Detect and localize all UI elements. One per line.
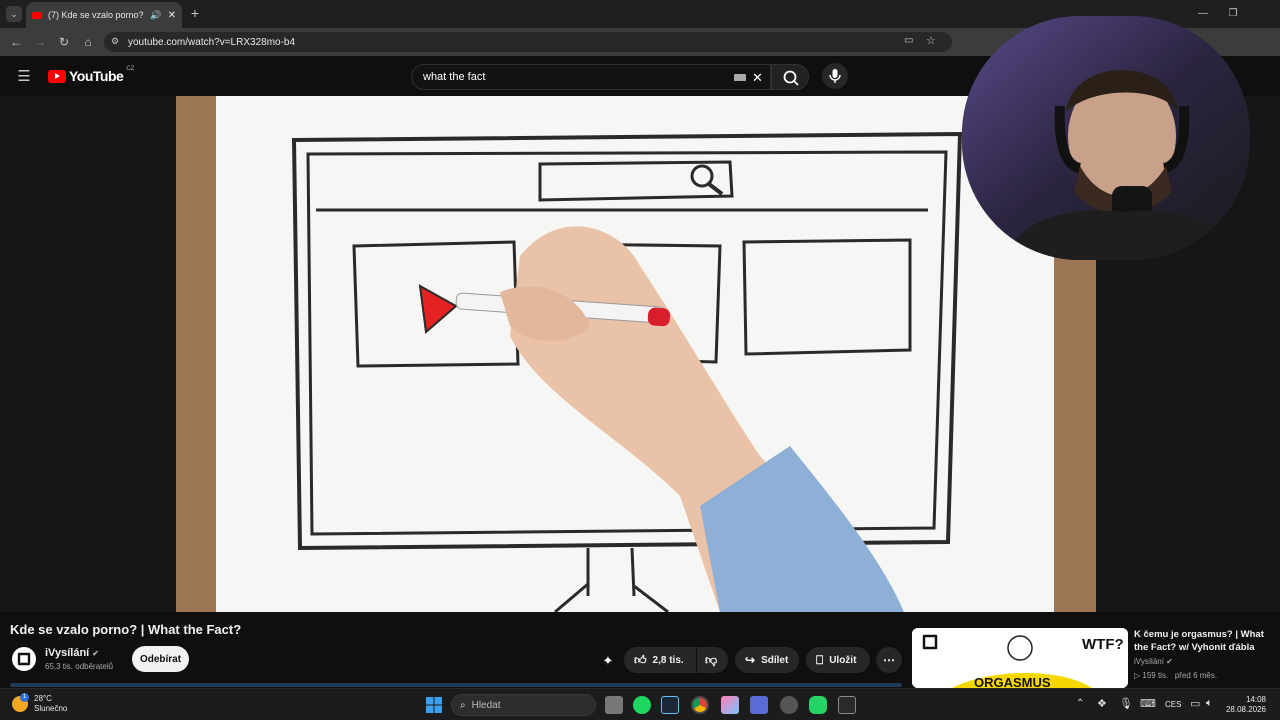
weather-text: 28°C Slunečno bbox=[34, 694, 67, 714]
search-icon bbox=[783, 70, 799, 86]
chrome-icon[interactable] bbox=[691, 696, 709, 714]
channel-avatar[interactable] bbox=[12, 647, 36, 671]
logo-country: CZ bbox=[126, 66, 135, 72]
weather-widget[interactable]: 1 28°C Slunečno bbox=[12, 693, 67, 714]
microphone-icon bbox=[829, 69, 841, 83]
recommended-views: ▷ 159 tis. bbox=[1134, 671, 1169, 680]
clear-search-icon[interactable]: ✕ bbox=[752, 70, 763, 86]
weather-sun-icon: 1 bbox=[12, 693, 29, 712]
recommended-title[interactable]: K čemu je orgasmus? | What the Fact? w/ … bbox=[1134, 628, 1274, 654]
volume-icon[interactable]: 🔈︎ bbox=[1206, 697, 1213, 710]
recommended-meta: ▷ 159 tis. před 6 měs. bbox=[1134, 671, 1217, 680]
verified-icon: ✔ bbox=[92, 649, 99, 658]
taskbar-search-placeholder: Hledat bbox=[471, 699, 501, 711]
youtube-favicon-icon bbox=[32, 11, 42, 19]
tab-title: (7) Kde se vzalo porno? | W bbox=[48, 10, 144, 20]
like-button[interactable]: 👍︎ 2,8 tis. bbox=[624, 647, 696, 673]
home-icon[interactable]: ⌂ bbox=[80, 34, 96, 50]
recommended-age: před 6 měs. bbox=[1174, 671, 1218, 680]
menu-icon[interactable]: ☰ bbox=[16, 68, 32, 85]
webcam-overlay bbox=[962, 16, 1250, 260]
epic-games-icon[interactable] bbox=[838, 696, 856, 714]
site-info-icon[interactable]: ⚙ bbox=[111, 36, 119, 47]
search-value: what the fact bbox=[423, 71, 486, 83]
thumbs-up-icon: 👍︎ bbox=[634, 652, 647, 667]
youtube-logo[interactable]: YouTube CZ bbox=[48, 66, 135, 84]
speaker-icon[interactable]: 🔊 bbox=[150, 10, 161, 21]
whatsapp-icon[interactable] bbox=[809, 696, 827, 714]
bookmark-icon: ⎕ bbox=[816, 652, 824, 667]
system-clock[interactable]: 14:08 28.08.2026 bbox=[1226, 695, 1266, 715]
clock-time: 14:08 bbox=[1245, 695, 1266, 704]
maximize-icon[interactable]: ❐ bbox=[1226, 6, 1240, 20]
address-bar[interactable]: ⚙ youtube.com/watch?v=LRX328mo-b4 ▭ ☆ bbox=[104, 32, 952, 52]
save-button[interactable]: ⎕ Uložit bbox=[806, 647, 870, 673]
video-title: Kde se vzalo porno? | What the Fact? bbox=[10, 622, 242, 637]
like-count: 2,8 tis. bbox=[652, 654, 684, 666]
share-label: Sdílet bbox=[761, 654, 789, 666]
subscriber-count: 65,3 tis. odběratelů bbox=[45, 662, 114, 671]
tray-mic-icon[interactable]: 🎙︎ bbox=[1119, 697, 1133, 710]
thumbs-down-icon: 👎︎ bbox=[705, 652, 718, 667]
browser-tab[interactable]: (7) Kde se vzalo porno? | W 🔊 ✕ bbox=[26, 2, 182, 28]
share-icon: ↪ bbox=[745, 653, 756, 667]
taskbar-search[interactable]: ⌕ Hledat bbox=[451, 694, 596, 716]
reload-icon[interactable]: ↻ bbox=[56, 34, 72, 50]
input-language[interactable]: CES bbox=[1165, 700, 1181, 709]
minimize-icon[interactable]: — bbox=[1196, 6, 1210, 20]
weather-badge: 1 bbox=[20, 693, 29, 702]
streamer-webcam-image bbox=[962, 16, 1250, 260]
temperature: 28°C bbox=[34, 694, 52, 703]
youtube-play-icon bbox=[48, 69, 66, 83]
ask-ai-icon[interactable]: ✦ bbox=[600, 653, 616, 669]
search-button[interactable] bbox=[771, 64, 809, 90]
photos-icon[interactable] bbox=[721, 696, 739, 714]
more-icon: ⋯ bbox=[883, 653, 895, 667]
windows-logo-icon bbox=[426, 697, 442, 713]
dislike-button[interactable]: 👎︎ bbox=[697, 647, 728, 673]
settings-icon[interactable] bbox=[780, 696, 798, 714]
channel-name-text: iVysílání bbox=[45, 647, 90, 659]
save-app-icon[interactable] bbox=[750, 696, 768, 714]
logo-wordmark: YouTube bbox=[69, 68, 124, 84]
dropbox-icon[interactable]: ❖ bbox=[1097, 697, 1107, 710]
tab-close-icon[interactable]: ✕ bbox=[168, 10, 176, 21]
voice-search-button[interactable] bbox=[822, 63, 848, 89]
search-input[interactable]: what the fact ✕ bbox=[411, 64, 771, 90]
tab-search-icon[interactable]: ⌄ bbox=[6, 6, 22, 22]
recommended-channel-text: iVysílání bbox=[1134, 657, 1164, 666]
recommended-thumbnail[interactable]: WTF? ORGASMUS bbox=[912, 628, 1128, 688]
recommended-channel[interactable]: iVysílání ✔ bbox=[1134, 657, 1173, 666]
save-label: Uložit bbox=[829, 654, 857, 666]
keyboard-layout-icon[interactable]: ⌨ bbox=[1140, 697, 1156, 710]
bookmark-star-icon[interactable]: ☆ bbox=[926, 34, 936, 47]
file-explorer-icon[interactable] bbox=[605, 696, 623, 714]
thumb-wtf-text: WTF? bbox=[1082, 636, 1124, 653]
windows-taskbar: 1 28°C Slunečno ⌕ Hledat ⌃ ❖ 🎙︎ ⌨ CES ▭ … bbox=[0, 688, 1280, 720]
back-icon[interactable]: ← bbox=[8, 34, 24, 50]
taskbar-search-icon: ⌕ bbox=[460, 699, 466, 711]
forward-icon[interactable]: → bbox=[32, 34, 48, 50]
keyboard-icon[interactable] bbox=[734, 74, 746, 81]
steam-icon[interactable] bbox=[661, 696, 679, 714]
more-actions-button[interactable]: ⋯ bbox=[876, 647, 902, 673]
new-tab-icon[interactable]: + bbox=[188, 5, 202, 21]
description-panel-edge bbox=[10, 683, 902, 687]
start-button[interactable] bbox=[426, 697, 442, 713]
share-button[interactable]: ↪ Sdílet bbox=[735, 647, 799, 673]
thumb-orgasmus-text: ORGASMUS bbox=[974, 675, 1051, 688]
channel-name[interactable]: iVysílání ✔ bbox=[45, 647, 99, 659]
weather-condition: Slunečno bbox=[34, 704, 68, 713]
subscribe-button[interactable]: Odebírat bbox=[132, 646, 189, 672]
verified-icon: ✔ bbox=[1166, 657, 1173, 666]
network-icon[interactable]: ▭ bbox=[1190, 697, 1200, 710]
clock-date: 28.08.2026 bbox=[1225, 705, 1266, 714]
cast-icon[interactable]: ▭ bbox=[904, 35, 913, 46]
url-text: youtube.com/watch?v=LRX328mo-b4 bbox=[128, 36, 296, 48]
spotify-icon[interactable] bbox=[633, 696, 651, 714]
tray-overflow-icon[interactable]: ⌃ bbox=[1076, 698, 1084, 709]
ct-logo-icon bbox=[17, 652, 31, 666]
